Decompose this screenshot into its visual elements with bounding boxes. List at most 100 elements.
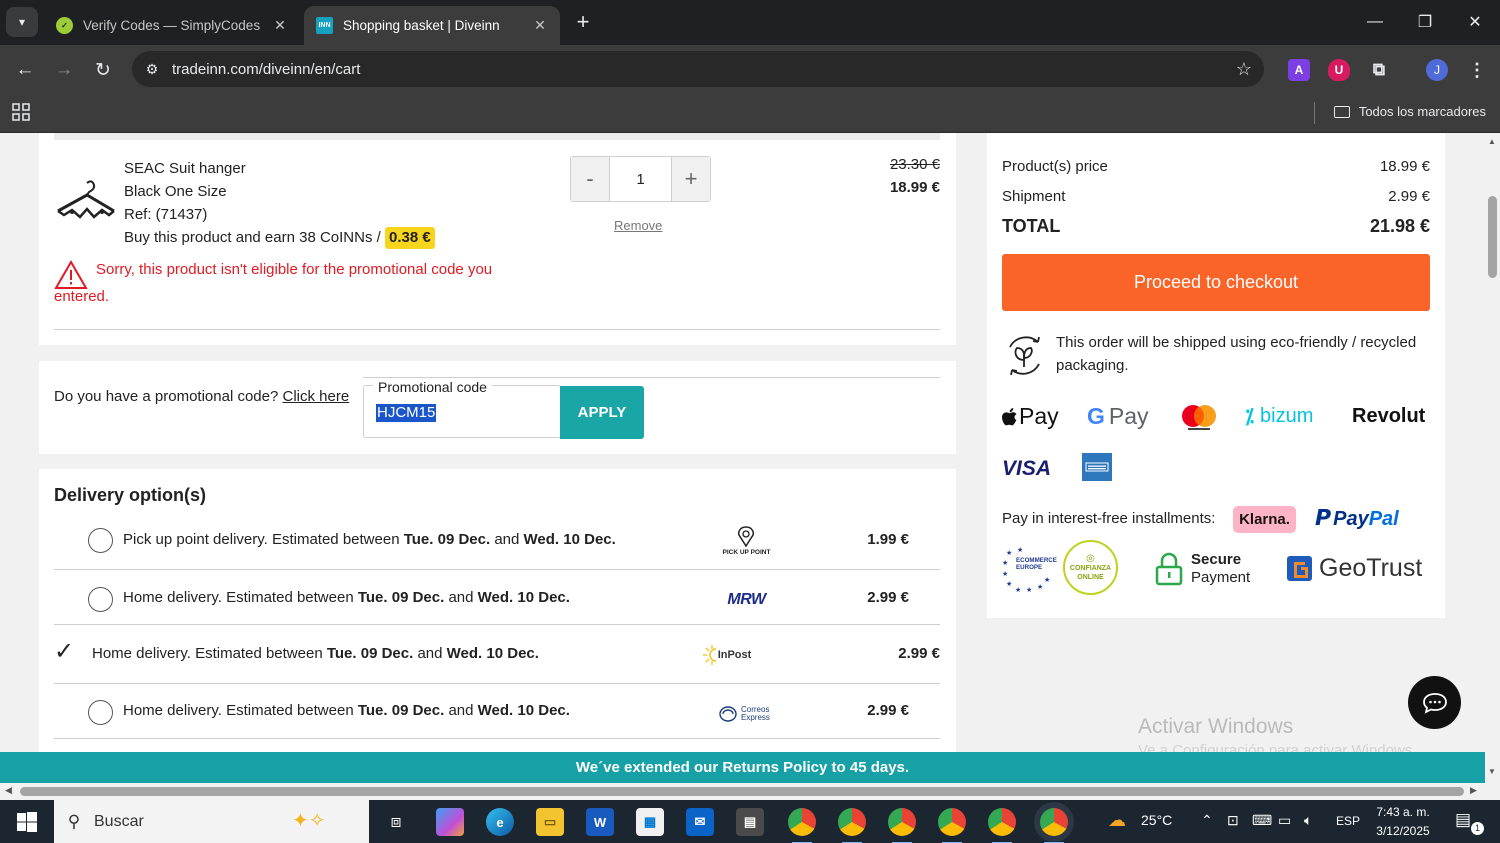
close-tab-icon[interactable]: ✕ (532, 17, 548, 34)
scroll-down-arrow-icon[interactable]: ▼ (1488, 767, 1496, 776)
products-price-value: 18.99 € (1379, 158, 1430, 175)
delivery-radio[interactable] (88, 528, 113, 553)
taskbar-search-placeholder: Buscar (94, 812, 144, 830)
installments-label: Pay in interest-free installments: (1002, 510, 1216, 527)
extension-a-icon[interactable]: A (1288, 59, 1310, 81)
quantity-increase-button[interactable]: + (672, 157, 710, 201)
delivery-option-pickup[interactable]: Pick up point delivery. Estimated betwee… (54, 511, 940, 570)
apps-grid-icon[interactable] (12, 103, 32, 123)
all-bookmarks-button[interactable]: Todos los marcadores (1333, 104, 1486, 119)
copilot-app-icon[interactable] (436, 808, 464, 836)
chrome-active-window-icon[interactable] (1040, 808, 1068, 843)
folder-icon (1333, 105, 1350, 118)
extensions-puzzle-icon[interactable]: ⧉ (1368, 59, 1390, 81)
close-tab-icon[interactable]: ✕ (272, 17, 288, 34)
geotrust-text: GeoTrust (1319, 554, 1423, 582)
product-name[interactable]: SEAC Suit hanger (124, 157, 435, 180)
edge-browser-icon[interactable]: e (486, 808, 514, 836)
suit-hanger-product-image[interactable] (54, 179, 116, 224)
site-info-icon[interactable]: ⚙ (132, 61, 172, 78)
close-window-button[interactable]: ✕ (1460, 8, 1490, 36)
geotrust-mark-icon (1287, 556, 1312, 581)
chrome-profile-3-icon[interactable] (888, 808, 916, 843)
quantity-decrease-button[interactable]: - (571, 157, 609, 201)
promo-ineligible-warning: Sorry, this product isn't eligible for t… (54, 256, 524, 310)
word-app-icon[interactable]: W (586, 808, 614, 836)
tab-search-button[interactable]: ▾ (6, 7, 38, 37)
taskbar-search[interactable]: ⚲ Buscar ✦✧ (54, 800, 369, 843)
weather-icon[interactable]: ☁ (1108, 810, 1126, 831)
delivery-option-text: Home delivery. Estimated between Tue. 09… (92, 645, 539, 662)
order-summary-card: Product(s) price 18.99 € Shipment 2.99 €… (987, 133, 1445, 618)
remove-item-link[interactable]: Remove (614, 218, 662, 233)
delivery-radio[interactable] (88, 587, 113, 612)
delivery-option-mrw[interactable]: Home delivery. Estimated between Tue. 09… (54, 570, 940, 625)
cart-item-card: SEAC Suit hanger Black One Size Ref: (71… (39, 133, 956, 345)
vertical-scroll-thumb[interactable] (1488, 196, 1497, 278)
weather-temperature[interactable]: 25°C (1141, 812, 1172, 828)
minimize-button[interactable]: — (1360, 8, 1390, 36)
delivery-option-correos[interactable]: Home delivery. Estimated between Tue. 09… (54, 684, 940, 739)
chrome-profile-4-icon[interactable] (938, 808, 966, 843)
restore-button[interactable]: ❐ (1410, 8, 1440, 36)
horizontal-scrollbar[interactable]: ◀ ▶ (0, 783, 1500, 800)
bookmark-star-icon[interactable]: ☆ (1224, 59, 1264, 80)
original-price: 23.30 € (889, 156, 940, 173)
promo-code-value[interactable]: HJCM15 (376, 404, 437, 422)
coins-line: Buy this product and earn 38 CoINNs / 0.… (124, 226, 435, 249)
confianza-online-label: CONFIANZA ONLINE (1069, 565, 1112, 581)
notifications-icon[interactable]: ▤ (1455, 810, 1471, 830)
input-method-icon[interactable]: ⌨ (1252, 812, 1272, 829)
apple-icon (1002, 407, 1017, 425)
file-explorer-icon[interactable]: ▭ (536, 808, 564, 836)
task-view-icon[interactable]: ⧈ (382, 808, 410, 836)
horizontal-scroll-thumb[interactable] (20, 787, 1464, 796)
language-indicator[interactable]: ESP (1336, 814, 1360, 828)
new-tab-button[interactable]: + (570, 9, 596, 35)
product-ref: Ref: (71437) (124, 206, 208, 223)
scroll-left-arrow-icon[interactable]: ◀ (5, 785, 12, 796)
proceed-to-checkout-button[interactable]: Proceed to checkout (1002, 254, 1430, 311)
address-bar[interactable]: ⚙ tradeinn.com/diveinn/en/cart ☆ (132, 51, 1264, 87)
tab-simplycodes[interactable]: ✓ Verify Codes — SimplyCodes ✕ (44, 6, 300, 45)
scroll-right-arrow-icon[interactable]: ▶ (1470, 785, 1477, 796)
promo-code-field-label: Promotional code (373, 379, 492, 395)
profile-avatar[interactable]: J (1426, 59, 1448, 81)
meet-now-icon[interactable]: ⊡ (1227, 812, 1239, 829)
delivery-radio[interactable] (88, 700, 113, 725)
shipment-row: Shipment 2.99 € (1002, 188, 1430, 205)
ublock-icon[interactable]: U (1328, 59, 1350, 81)
back-button[interactable]: ← (10, 55, 40, 85)
chrome-profile-5-icon[interactable] (988, 808, 1016, 843)
vertical-scrollbar[interactable]: ▲ ▼ (1485, 133, 1500, 783)
chrome-profile-2-icon[interactable] (838, 808, 866, 843)
apply-promo-button[interactable]: APPLY (560, 386, 644, 439)
pickup-point-logo: PICK UP POINT (694, 523, 799, 559)
notification-count-badge: 1 (1471, 822, 1484, 835)
microsoft-store-icon[interactable]: ▦ (636, 808, 664, 836)
reload-button[interactable]: ↻ (88, 55, 118, 85)
volume-icon[interactable]: 🔈︎ (1304, 812, 1312, 829)
calculator-app-icon[interactable]: ▤ (736, 808, 764, 836)
tray-chevron-icon[interactable]: ⌃ (1201, 812, 1213, 829)
chrome-profile-1-icon[interactable] (788, 808, 816, 843)
start-button[interactable] (0, 800, 53, 843)
returns-policy-banner[interactable]: We´ve extended our Returns Policy to 45 … (0, 752, 1485, 783)
total-row: TOTAL 21.98 € (1002, 216, 1430, 237)
outlook-app-icon[interactable]: ✉ (686, 808, 714, 836)
google-pay-logo: G Pay (1087, 403, 1149, 429)
delivery-option-inpost[interactable]: ✓ Home delivery. Estimated between Tue. … (54, 625, 940, 684)
system-clock[interactable]: 7:43 a. m. 3/12/2025 (1368, 803, 1438, 841)
network-icon[interactable]: ▭ (1278, 812, 1291, 829)
products-price-row: Product(s) price 18.99 € (1002, 158, 1430, 175)
promo-click-here-link[interactable]: Click here (282, 388, 349, 405)
discounted-price: 18.99 € (889, 179, 940, 196)
clock-time: 7:43 a. m. (1376, 805, 1430, 819)
eco-packaging-note: This order will be shipped using eco-fri… (1002, 331, 1430, 379)
tab-diveinn[interactable]: INN Shopping basket | Diveinn ✕ (304, 6, 560, 45)
menu-kebab-icon[interactable]: ⋮ (1466, 59, 1488, 81)
forward-button[interactable]: → (49, 55, 79, 85)
quantity-input[interactable]: 1 (609, 157, 672, 201)
url-text[interactable]: tradeinn.com/diveinn/en/cart (172, 61, 1224, 78)
scroll-up-arrow-icon[interactable]: ▲ (1488, 137, 1496, 146)
